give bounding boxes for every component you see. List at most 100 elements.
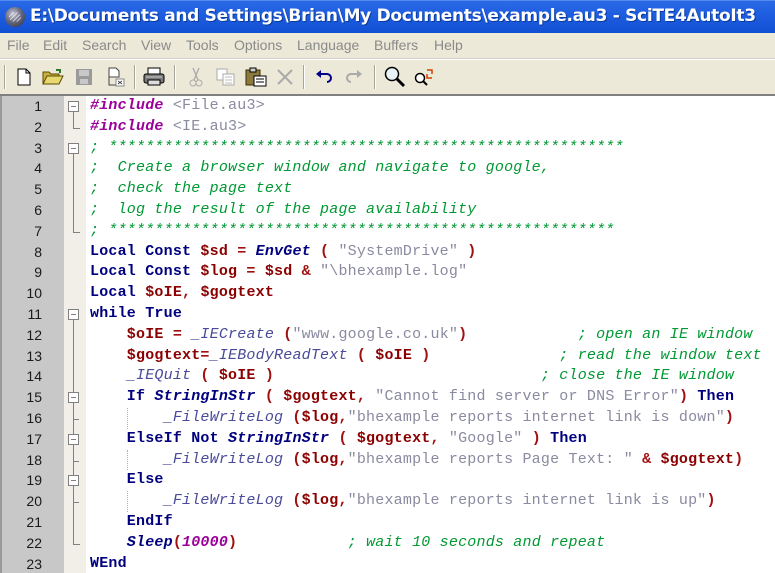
udf-token: _IEBodyReadText [209,346,348,364]
line-number: 10 [26,285,42,302]
fold-line [73,112,74,128]
menu-buffers[interactable]: Buffers [374,37,418,53]
line-number: 17 [26,430,42,447]
variable-token: $sd [200,242,229,260]
code-line[interactable]: 5 ; check the page text [0,179,775,200]
fold-branch-marker [73,419,79,420]
undo-button[interactable] [312,65,336,89]
line-number: 18 [26,451,42,468]
string-token: "Cannot find server or DNS Error" [375,388,679,406]
variable-token: $gogtext [660,450,735,468]
code-text: $oIE = _IECreate ("www.google.co.uk") ; … [90,326,753,343]
code-line[interactable]: 10 Local $oIE, $gogtext [0,283,775,304]
line-number: 11 [27,306,42,322]
comment-token: ; Create a browser window and navigate t… [90,159,551,177]
keyword-token: ElseIf Not [90,429,229,447]
code-line[interactable]: 9 Local Const $log = $sd & "\bhexample.lo… [0,262,775,283]
builtin-function-token: Sleep [90,533,173,551]
code-text: while True [90,305,182,322]
operator-token: ( [283,409,302,426]
paste-button[interactable] [244,65,268,89]
code-text: ElseIf Not StringInStr ( $gogtext, "Goog… [90,430,587,447]
find-replace-icon [414,69,433,86]
fold-toggle-icon[interactable] [68,142,79,154]
menu-edit[interactable]: Edit [43,37,67,53]
code-text: ; Create a browser window and navigate t… [90,159,550,176]
code-line[interactable]: 12 $oIE = _IECreate ("www.google.co.uk")… [0,325,775,346]
redo-button[interactable] [342,65,366,89]
paste-icon [245,67,267,87]
new-file-button[interactable] [12,65,36,89]
fold-toggle-icon[interactable] [68,475,79,487]
app-icon[interactable] [5,7,25,27]
toolbar-separator [374,65,376,89]
copy-button[interactable] [214,65,238,89]
keyword-token: Local Const [90,242,201,260]
code-line[interactable]: 8 Local Const $sd = EnvGet ( "SystemDrive… [0,242,775,263]
code-line[interactable]: 7 ; *************************************… [0,221,775,242]
comment-token: ; **************************************… [90,138,624,156]
variable-token: $log [301,492,339,510]
code-text: EndIf [90,513,173,530]
save-file-button[interactable] [72,65,96,89]
menu-search[interactable]: Search [82,37,126,53]
code-text: If StringInStr ( $gogtext, "Cannot find … [90,388,734,405]
code-line[interactable]: 22 Sleep(10000) ; wait 10 seconds and re… [0,533,775,554]
code-line[interactable]: 15 If StringInStr ( $gogtext, "Cannot fi… [0,387,775,408]
code-text: _IEQuit ( $oIE ) ; close the IE window [90,367,734,384]
code-line[interactable]: 11 while True [0,304,775,325]
code-line[interactable]: 17 ElseIf Not StringInStr ( $gogtext, "G… [0,429,775,450]
toolbar-grip [4,65,6,89]
code-line[interactable]: 21 EndIf [0,512,775,533]
operator-token: ) [678,388,698,406]
copy-icon [216,68,235,86]
string-token: "\bhexample.log" [320,263,468,281]
fold-toggle-icon[interactable] [68,433,79,445]
code-editor[interactable]: 1 #include <File.au3> 2 #include <IE.au3> 3;… [0,94,775,573]
fold-toggle-icon[interactable] [68,101,79,112]
menu-bar: File Edit Search View Tools Options Lang… [0,33,775,59]
code-line[interactable]: 13 $gogtext=_IEBodyReadText ( $oIE ) ; r… [0,346,775,367]
fold-toggle-icon[interactable] [68,392,79,404]
code-line[interactable]: 23 WEnd [0,554,775,573]
menu-language[interactable]: Language [297,37,359,53]
operator-token: & [632,450,661,468]
delete-button[interactable] [273,65,297,89]
title-bar: E:\Documents and Settings\Brian\My Docum… [0,0,775,33]
code-text: #include <File.au3> [90,97,265,114]
operator-token: , [338,492,348,510]
fold-toggle-icon[interactable] [68,309,79,320]
operator-token: , [430,429,449,447]
menu-view[interactable]: View [141,37,171,53]
cut-button[interactable] [184,65,208,89]
code-line[interactable]: 2 #include <IE.au3> [0,117,775,138]
menu-tools[interactable]: Tools [186,37,219,53]
comment-token: ; wait 10 seconds and repeat [237,533,606,551]
toolbar-separator [174,65,176,89]
menu-help[interactable]: Help [434,37,463,53]
menu-options[interactable]: Options [234,37,282,53]
variable-token: $log [200,263,238,281]
fold-end-marker [73,127,80,129]
code-line[interactable]: 20 _FileWriteLog ($log,"bhexample report… [0,491,775,512]
code-line[interactable]: 4 ; Create a browser window and navigate … [0,158,775,179]
menu-file[interactable]: File [7,37,30,53]
code-line[interactable]: 3 ; *************************************… [0,138,775,159]
udf-token: _FileWriteLog [90,492,284,510]
print-button[interactable] [142,65,166,89]
code-line[interactable]: 16 _FileWriteLog ($log,"bhexample report… [0,408,775,429]
fold-branch-marker [73,460,79,462]
replace-button[interactable] [413,65,437,89]
code-text: _FileWriteLog ($log,"bhexample reports P… [90,450,744,468]
operator-token: ( [274,325,293,343]
code-line[interactable]: 1 #include <File.au3> [0,96,775,117]
open-file-button[interactable] [41,65,65,89]
code-line[interactable]: 6 ; log the result of the page availabili… [0,200,775,221]
close-file-button[interactable] [104,65,128,89]
toolbar-separator [303,65,305,89]
code-line[interactable]: 14 _IEQuit ( $oIE ) ; close the IE windo… [0,366,775,387]
code-line[interactable]: 19 Else [0,470,775,491]
code-line[interactable]: 18 _FileWriteLog ($log,"bhexample report… [0,450,775,471]
code-text: Local Const $sd = EnvGet ( "SystemDrive"… [90,243,477,260]
find-button[interactable] [383,65,407,89]
